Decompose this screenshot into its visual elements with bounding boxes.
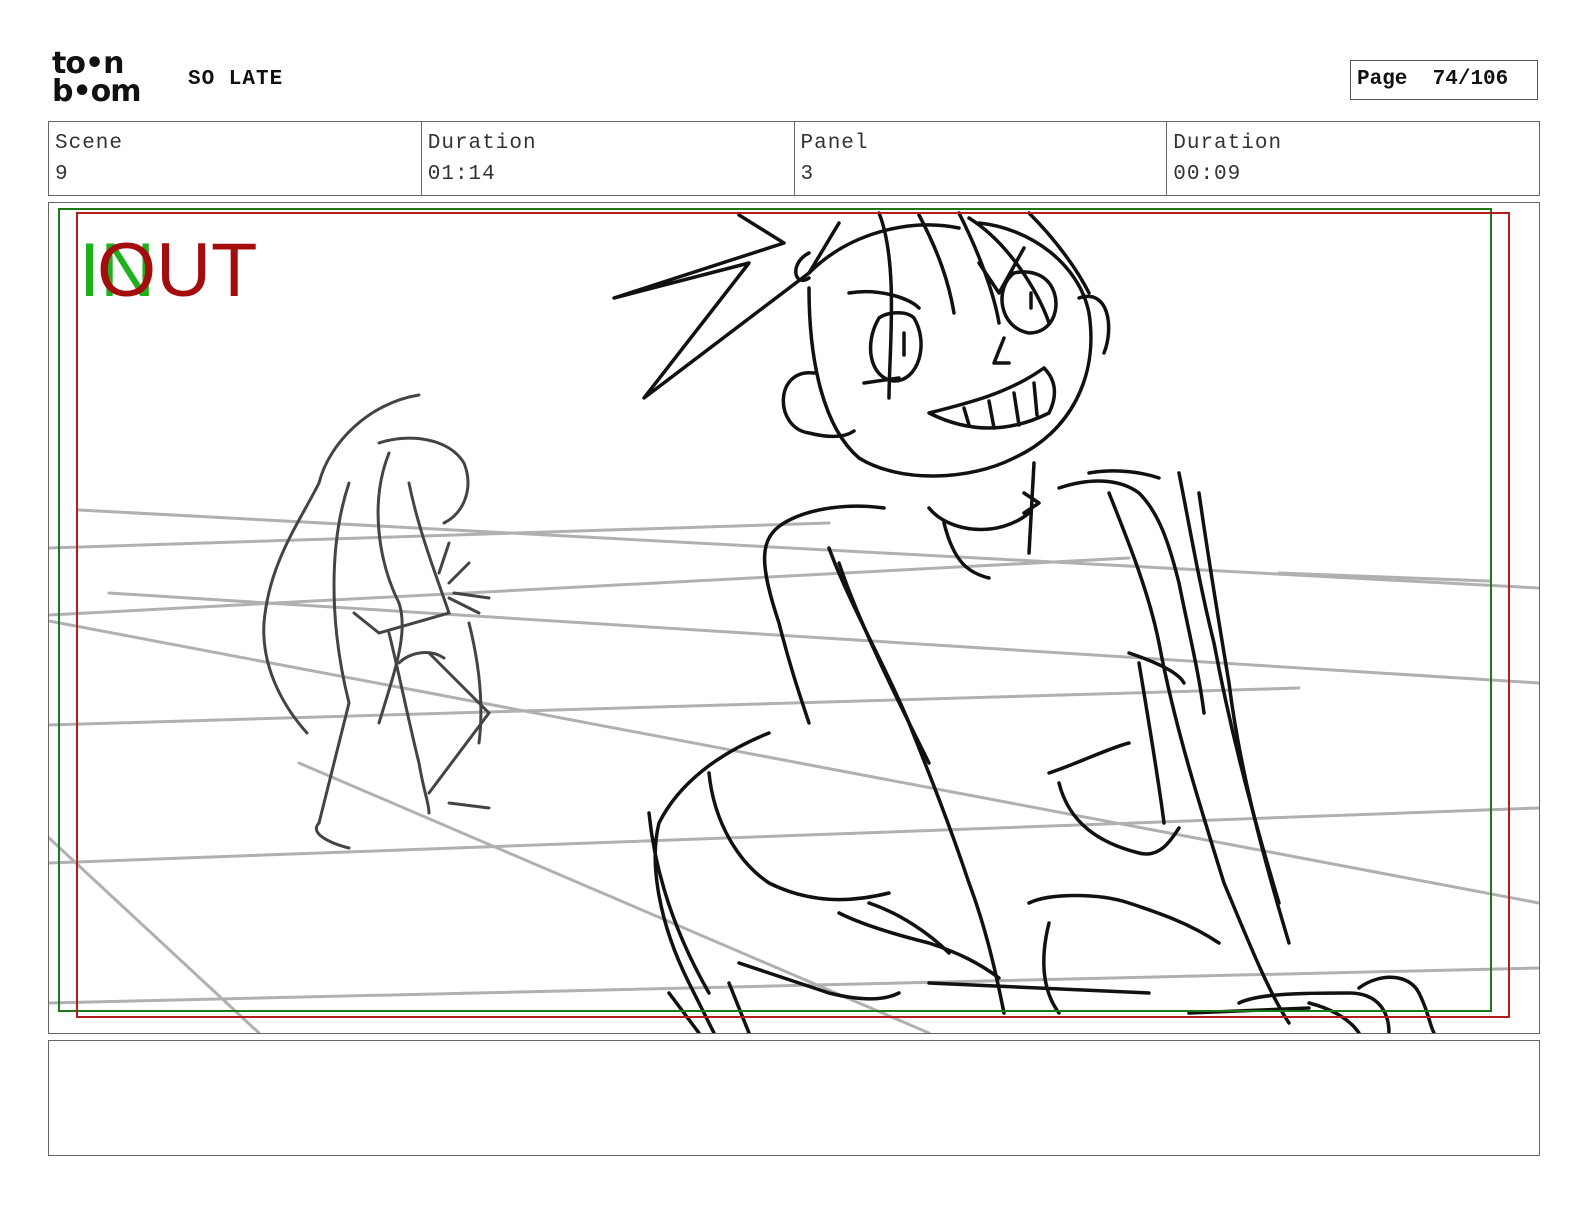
out-marker: OUT [97,228,258,313]
page-indicator: Page 74/106 [1350,60,1538,100]
panel-cell: Panel 3 [795,122,1168,195]
project-title: SO LATE [188,68,284,91]
panel-value: 3 [800,163,815,186]
scene-label: Scene [55,132,124,155]
background-character [262,393,491,850]
scene-duration-value: 01:14 [427,163,496,186]
toonboom-logo: to•n b•om [52,46,164,112]
panel-duration-value: 00:09 [1173,163,1242,186]
panel-label: Panel [800,132,869,155]
logo-text: to•n b•om [52,46,142,109]
info-table: Scene 9 Duration 01:14 Panel 3 Duration … [48,121,1540,196]
page-number: 74/106 [1432,68,1509,91]
page-label: Page [1357,68,1408,91]
scene-duration-cell: Duration 01:14 [422,122,795,195]
main-character [612,211,1436,1033]
storyboard-panel[interactable]: IN OUT [48,202,1540,1034]
panel-duration-cell: Duration 00:09 [1167,122,1539,195]
scene-duration-label: Duration [427,132,537,155]
panel-duration-label: Duration [1173,132,1283,155]
scene-cell: Scene 9 [49,122,422,195]
floor-grid [49,508,1539,1033]
scene-value: 9 [55,163,69,186]
panel-drawing [49,208,1539,1033]
panel-notes[interactable] [48,1040,1540,1156]
out-frame [76,212,1510,1018]
